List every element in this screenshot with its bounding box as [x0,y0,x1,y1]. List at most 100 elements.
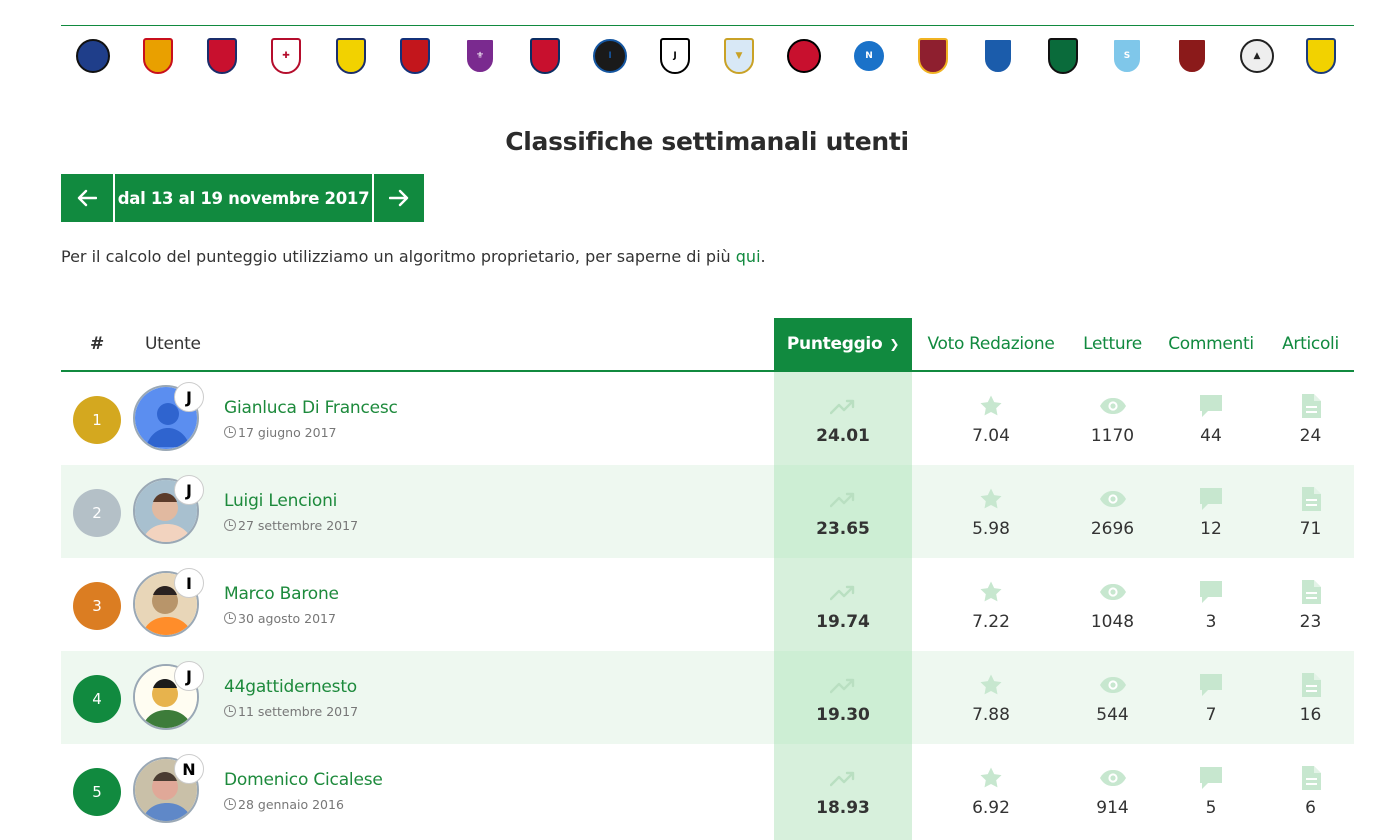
team-badge-icon: J [174,382,204,412]
crotone-crest-icon [400,38,430,74]
bologna-crest-icon [207,38,237,74]
articoli-cell: 6 [1273,764,1348,824]
articoli-cell: 24 [1273,392,1348,452]
voto-cell: 7.04 [917,392,1065,452]
verona-crest[interactable] [1301,34,1341,78]
user-name-link[interactable]: 44gattidernesto [224,677,357,697]
comment-icon [1161,392,1261,420]
comment-icon [1161,671,1261,699]
verona-crest-icon [1306,38,1336,74]
score-value: 24.01 [816,426,870,446]
date-text: 27 settembre 2017 [238,518,359,533]
spal-crest[interactable]: S [1107,34,1147,78]
commenti-value: 7 [1205,705,1217,725]
info-link[interactable]: qui [736,247,761,266]
rank-badge: 1 [73,396,121,444]
inter-crest-icon: I [593,39,627,73]
chevron-down-icon: ❯ [889,337,900,351]
user-join-date: 17 giugno 2017 [224,425,337,440]
document-icon [1273,392,1348,420]
chievo-crest[interactable] [331,34,371,78]
fiorentina-crest[interactable]: ⚜ [460,34,500,78]
udinese-crest-icon: ▲ [1240,39,1274,73]
comment-icon [1161,764,1261,792]
chievo-crest-icon [336,38,366,74]
atalanta-crest[interactable] [73,34,113,78]
genoa-crest-icon [530,38,560,74]
articoli-value: 6 [1305,798,1316,818]
info-text: Per il calcolo del punteggio utilizziamo… [61,247,766,266]
header-rank: # [90,334,104,354]
score-cell: 19.30 [774,671,912,731]
arrow-left-icon [77,189,97,207]
roma-crest-icon [918,38,948,74]
header-commenti[interactable]: Commenti [1161,318,1261,370]
genoa-crest[interactable] [525,34,565,78]
user-name-link[interactable]: Domenico Cicalese [224,770,383,790]
sampdoria-crest[interactable] [978,34,1018,78]
spal-crest-icon: S [1112,38,1142,74]
user-join-date: 30 agosto 2017 [224,611,336,626]
prev-week-button[interactable] [61,174,113,222]
trend-up-icon [774,578,912,606]
star-icon [917,764,1065,792]
header-score-label: Punteggio [786,334,883,354]
clock-icon [224,426,236,438]
voto-value: 6.92 [972,798,1010,818]
napoli-crest[interactable]: N [849,34,889,78]
lazio-crest[interactable]: ▼ [719,34,759,78]
crest-mark: S [1123,51,1131,61]
star-icon [917,392,1065,420]
user-name-link[interactable]: Gianluca Di Francesc [224,398,398,418]
benevento-crest[interactable] [138,34,178,78]
trend-up-icon [774,671,912,699]
score-value: 19.30 [816,705,870,725]
header-voto-redazione[interactable]: Voto Redazione [917,318,1065,370]
team-badge-icon: J [174,475,204,505]
team-crest-bar: ✚ ⚜ I J ▼ N S ▲ [61,34,1354,80]
sassuolo-crest[interactable] [1043,34,1083,78]
crest-mark: J [673,51,677,61]
header-score-sort[interactable]: Punteggio ❯ [774,318,912,370]
header-letture[interactable]: Letture [1075,318,1150,370]
juventus-crest[interactable]: J [655,34,695,78]
sassuolo-crest-icon [1048,38,1078,74]
next-week-button[interactable] [372,174,424,222]
table-body: 1 J Gianluca Di Francesc 17 giugno 2017 24.0… [61,372,1354,837]
napoli-crest-icon: N [852,39,886,73]
letture-value: 914 [1096,798,1129,818]
document-icon [1273,671,1348,699]
crest-mark: ⚜ [475,51,485,61]
top-divider [61,25,1354,26]
team-badge-icon: I [174,568,204,598]
date-text: 11 settembre 2017 [238,704,359,719]
letture-cell: 544 [1075,671,1150,731]
lazio-crest-icon: ▼ [724,38,754,74]
cagliari-crest[interactable]: ✚ [266,34,306,78]
user-name-link[interactable]: Marco Barone [224,584,339,604]
milan-crest[interactable] [784,34,824,78]
torino-crest[interactable] [1172,34,1212,78]
user-name-link[interactable]: Luigi Lencioni [224,491,337,511]
commenti-value: 5 [1205,798,1217,818]
rank-badge: 3 [73,582,121,630]
clock-icon [224,705,236,717]
inter-crest[interactable]: I [590,34,630,78]
clock-icon [224,519,236,531]
benevento-crest-icon [143,38,173,74]
bologna-crest[interactable] [202,34,242,78]
udinese-crest[interactable]: ▲ [1237,34,1277,78]
rank-badge: 2 [73,489,121,537]
date-text: 30 agosto 2017 [238,611,336,626]
score-cell: 23.65 [774,485,912,545]
clock-icon [224,798,236,810]
header-articoli[interactable]: Articoli [1273,318,1348,370]
team-badge-icon: N [174,754,204,784]
roma-crest[interactable] [913,34,953,78]
voto-cell: 5.98 [917,485,1065,545]
commenti-value: 3 [1205,612,1217,632]
sampdoria-crest-icon [983,38,1013,74]
crotone-crest[interactable] [395,34,435,78]
page-title: Classifiche settimanali utenti [505,127,909,156]
milan-crest-icon [787,39,821,73]
